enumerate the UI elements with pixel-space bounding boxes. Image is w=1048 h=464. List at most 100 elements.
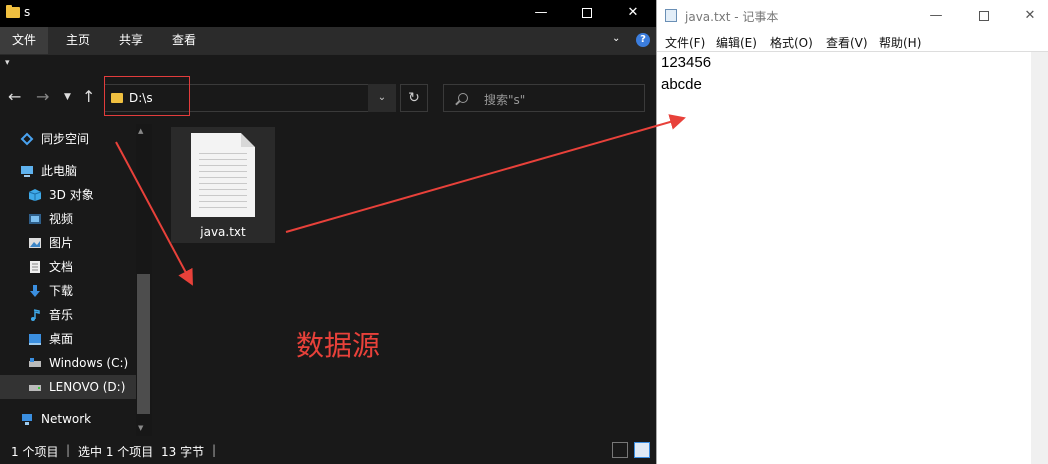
maximize-icon <box>979 10 989 21</box>
menu-format[interactable]: 格式(O) <box>770 34 813 51</box>
nav-label: Windows (C:) <box>49 356 129 370</box>
close-button[interactable]: ✕ <box>1007 0 1048 31</box>
status-item-count: 1 个项目 <box>11 445 59 459</box>
file-explorer-window: s — ✕ 文件 主页 共享 查看 ⌄ ? ▾ ← → ▼ ↑ D:\s ⌄ ↻… <box>0 0 656 464</box>
explorer-window-title: s <box>24 5 31 19</box>
nav-item-downloads[interactable]: 下载 <box>0 279 150 303</box>
drive-icon <box>29 358 41 367</box>
maximize-button[interactable] <box>961 0 1007 31</box>
nav-item-this-pc[interactable]: 此电脑 <box>0 159 150 183</box>
minimize-button[interactable]: — <box>518 0 564 27</box>
notepad-scrollbar[interactable] <box>1031 52 1048 464</box>
address-highlight-box <box>104 76 190 116</box>
navigation-scrollbar[interactable]: ▲ ▼ <box>136 124 152 436</box>
nav-item-sync-space[interactable]: 同步空间 <box>0 127 150 151</box>
cube-icon <box>28 189 42 201</box>
tab-home[interactable]: 主页 <box>56 27 100 54</box>
notepad-icon <box>665 9 677 22</box>
nav-label: 图片 <box>49 236 74 250</box>
scroll-thumb[interactable] <box>137 274 150 414</box>
menu-view[interactable]: 查看(V) <box>826 34 868 51</box>
search-icon <box>458 93 468 103</box>
search-placeholder: 搜索"s" <box>484 93 526 107</box>
help-icon[interactable]: ? <box>636 33 650 47</box>
nav-label: Network <box>41 412 92 426</box>
recent-locations-icon[interactable]: ▼ <box>64 92 71 102</box>
menu-edit[interactable]: 编辑(E) <box>716 34 757 51</box>
details-view-icon[interactable] <box>612 442 628 458</box>
text-line: 123456 <box>661 54 712 71</box>
folder-icon <box>6 5 20 18</box>
document-icon <box>30 261 40 273</box>
search-input[interactable]: 搜索"s" <box>443 84 645 112</box>
nav-label: 3D 对象 <box>49 188 94 202</box>
nav-label: 文档 <box>49 260 74 274</box>
maximize-icon <box>582 7 592 18</box>
cloud-sync-icon <box>20 132 34 146</box>
tab-view[interactable]: 查看 <box>162 27 206 54</box>
nav-item-videos[interactable]: 视频 <box>0 207 150 231</box>
address-row: ← → ▼ ↑ D:\s ⌄ ↻ 搜索"s" <box>0 76 656 120</box>
menu-help[interactable]: 帮助(H) <box>879 34 921 51</box>
image-icon <box>29 238 41 248</box>
text-file-icon <box>191 133 255 217</box>
nav-item-music[interactable]: 音乐 <box>0 303 150 327</box>
nav-item-desktop[interactable]: 桌面 <box>0 327 150 351</box>
notepad-title-bar: java.txt - 记事本 — ✕ <box>657 0 1048 31</box>
nav-label: LENOVO (D:) <box>49 380 126 394</box>
nav-item-pictures[interactable]: 图片 <box>0 231 150 255</box>
large-icons-view-icon[interactable] <box>634 442 650 458</box>
explorer-title-bar: s — ✕ <box>0 0 656 27</box>
status-selected-count: 选中 1 个项目 <box>78 445 154 459</box>
address-dropdown-icon[interactable]: ⌄ <box>368 84 396 112</box>
customize-toolbar-icon[interactable]: ▾ <box>5 58 10 68</box>
expand-ribbon-icon[interactable]: ⌄ <box>612 33 620 44</box>
up-arrow-icon[interactable]: ↑ <box>82 87 95 106</box>
nav-label: 同步空间 <box>41 132 90 146</box>
file-list-area: java.txt 数据源 <box>156 120 656 436</box>
quick-access-toolbar: ▾ <box>0 54 656 76</box>
refresh-icon[interactable]: ↻ <box>400 84 428 112</box>
computer-icon <box>21 166 33 177</box>
notepad-menu-bar: 文件(F) 编辑(E) 格式(O) 查看(V) 帮助(H) <box>657 31 1048 51</box>
desktop-icon <box>29 334 41 345</box>
scroll-up-icon[interactable]: ▲ <box>138 127 143 135</box>
nav-label: 音乐 <box>49 308 74 322</box>
back-arrow-icon[interactable]: ← <box>8 87 21 106</box>
file-name: java.txt <box>200 225 246 239</box>
music-icon <box>31 309 40 321</box>
status-bar: 1 个项目 | 选中 1 个项目 13 字节 | <box>0 436 656 464</box>
video-icon <box>29 214 41 224</box>
notepad-window: java.txt - 记事本 — ✕ 文件(F) 编辑(E) 格式(O) 查看(… <box>656 0 1048 464</box>
nav-label: 下载 <box>49 284 74 298</box>
network-icon <box>22 414 32 425</box>
drive-icon <box>29 385 41 391</box>
menu-file[interactable]: 文件(F) <box>665 34 705 51</box>
nav-item-documents[interactable]: 文档 <box>0 255 150 279</box>
status-divider: | <box>212 443 217 457</box>
nav-item-network[interactable]: Network <box>0 407 150 431</box>
ribbon-tabs: 文件 主页 共享 查看 ⌄ ? <box>0 27 656 54</box>
navigation-pane: 同步空间 此电脑 3D 对象 视频 图片 文档 下载 音乐 桌面 Windows… <box>0 120 156 436</box>
nav-item-3d-objects[interactable]: 3D 对象 <box>0 183 150 207</box>
notepad-text-area[interactable]: 123456 abcde <box>657 51 1048 464</box>
download-icon <box>30 285 40 297</box>
nav-item-windows-c[interactable]: Windows (C:) <box>0 351 150 375</box>
forward-arrow-icon[interactable]: → <box>36 87 49 106</box>
nav-label: 此电脑 <box>41 164 78 178</box>
nav-label: 视频 <box>49 212 74 226</box>
status-divider: | <box>66 443 71 457</box>
tab-share[interactable]: 共享 <box>108 27 154 54</box>
status-size: 13 字节 <box>161 445 205 459</box>
nav-item-lenovo-d[interactable]: LENOVO (D:) <box>0 375 150 399</box>
maximize-button[interactable] <box>564 0 610 27</box>
data-source-annotation: 数据源 <box>296 329 381 362</box>
tab-file[interactable]: 文件 <box>0 27 48 54</box>
nav-label: 桌面 <box>49 332 74 346</box>
close-button[interactable]: ✕ <box>610 0 656 27</box>
file-item[interactable]: java.txt <box>171 127 275 243</box>
text-line: abcde <box>661 76 702 93</box>
scroll-down-icon[interactable]: ▼ <box>138 424 143 432</box>
notepad-window-title: java.txt - 记事本 <box>685 10 779 24</box>
minimize-button[interactable]: — <box>913 0 959 31</box>
